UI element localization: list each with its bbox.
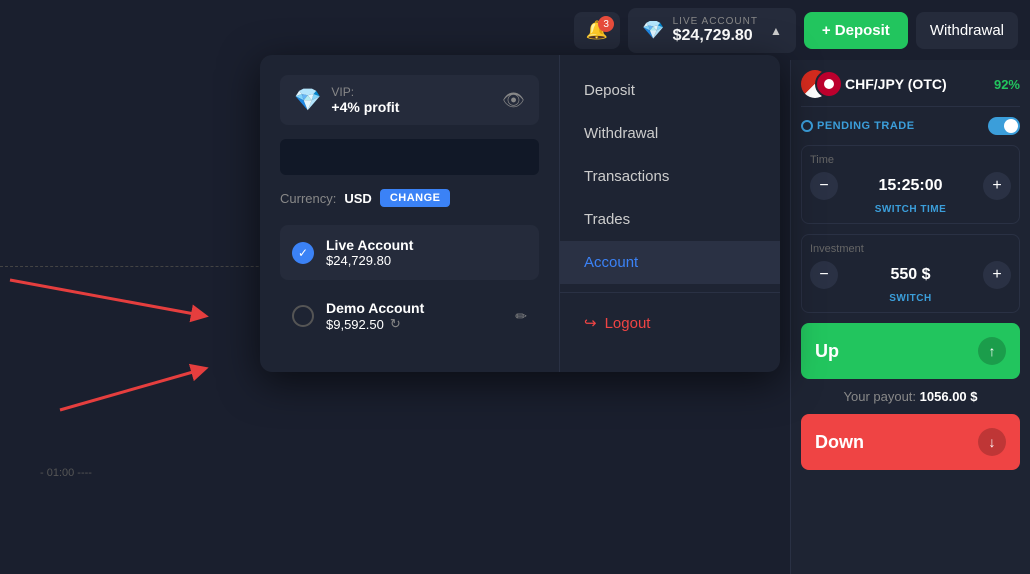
pair-flags (801, 70, 837, 98)
live-account-label: LIVE ACCOUNT (673, 16, 758, 27)
live-account-item[interactable]: ✓ Live Account $24,729.80 (280, 225, 539, 280)
down-button[interactable]: Down ↓ (801, 414, 1020, 470)
demo-account-item[interactable]: Demo Account $9,592.50 ↻ ✏ (280, 288, 539, 344)
pair-name: CHF/JPY (OTC) (845, 76, 947, 92)
currency-label: Currency: (280, 191, 336, 206)
menu-item-account[interactable]: Account (560, 241, 780, 284)
payout-row: Your payout: 1056.00 $ (801, 389, 1020, 404)
logout-label: Logout (605, 315, 651, 332)
chevron-up-icon: ▲ (770, 24, 782, 38)
menu-divider (560, 292, 780, 293)
chart-time-label: - 01:00 ---- (40, 467, 92, 479)
menu-item-withdrawal[interactable]: Withdrawal (560, 112, 780, 155)
time-decrease-button[interactable]: − (810, 172, 838, 200)
clock-icon (801, 120, 813, 132)
right-panel: CHF/JPY (OTC) 92% PENDING TRADE Time − 1… (790, 60, 1030, 574)
pending-trade-toggle[interactable] (988, 117, 1020, 135)
live-account-name: Live Account (326, 237, 527, 253)
time-control-label: Time (810, 154, 1011, 166)
time-value: 15:25:00 (846, 177, 975, 195)
demo-account-name: Demo Account (326, 300, 503, 316)
deposit-button[interactable]: + Deposit (804, 12, 908, 49)
payout-value: 1056.00 $ (920, 389, 978, 404)
live-account-balance: $24,729.80 (326, 253, 527, 268)
notification-badge: 3 (598, 16, 614, 32)
eye-icon[interactable]: 👁 (502, 90, 525, 111)
investment-value: 550 $ (846, 266, 975, 284)
switch-label: SWITCH (810, 293, 1011, 304)
demo-account-balance: $9,592.50 ↻ (326, 316, 503, 332)
investment-control-group: Investment − 550 $ + SWITCH (801, 234, 1020, 313)
investment-control-label: Investment (810, 243, 1011, 255)
menu-item-transactions[interactable]: Transactions (560, 155, 780, 198)
time-increase-button[interactable]: + (983, 172, 1011, 200)
pending-trade-label: PENDING TRADE (801, 120, 915, 132)
menu-item-trades[interactable]: Trades (560, 198, 780, 241)
logout-icon: ↪ (584, 314, 597, 332)
vip-row: 💎 VIP: +4% profit 👁 (280, 75, 539, 125)
time-control-row: − 15:25:00 + (810, 172, 1011, 200)
up-arrow-icon: ↑ (978, 337, 1006, 365)
edit-icon[interactable]: ✏ (515, 308, 527, 325)
live-account-check-icon: ✓ (292, 242, 314, 264)
withdrawal-label: Withdrawal (930, 22, 1004, 39)
diamond-icon: 💎 (642, 20, 664, 41)
menu-item-deposit[interactable]: Deposit (560, 69, 780, 112)
deposit-label: + Deposit (822, 22, 890, 39)
notification-button[interactable]: 🔔 3 (574, 12, 620, 49)
live-account-info: LIVE ACCOUNT $24,729.80 (673, 16, 758, 45)
live-account-button[interactable]: 💎 LIVE ACCOUNT $24,729.80 ▲ (628, 8, 796, 53)
vip-text-block: VIP: +4% profit (331, 85, 399, 115)
investment-control-row: − 550 $ + (810, 261, 1011, 289)
demo-account-info: Demo Account $9,592.50 ↻ (326, 300, 503, 332)
change-currency-button[interactable]: CHANGE (380, 189, 451, 207)
balance-bar (280, 139, 539, 175)
demo-account-circle-icon (292, 305, 314, 327)
vip-profit: +4% profit (331, 99, 399, 115)
up-label: Up (815, 341, 839, 362)
pending-trade-row: PENDING TRADE (801, 117, 1020, 135)
refresh-icon[interactable]: ↻ (390, 316, 401, 332)
vip-diamond-icon: 💎 (294, 87, 321, 113)
live-account-info: Live Account $24,729.80 (326, 237, 527, 268)
up-button[interactable]: Up ↑ (801, 323, 1020, 379)
time-control-group: Time − 15:25:00 + SWITCH TIME (801, 145, 1020, 224)
down-arrow-icon: ↓ (978, 428, 1006, 456)
header: 🔔 3 💎 LIVE ACCOUNT $24,729.80 ▲ + Deposi… (562, 0, 1030, 61)
withdrawal-button[interactable]: Withdrawal (916, 12, 1018, 49)
live-account-amount: $24,729.80 (673, 27, 753, 45)
vip-label: VIP: (331, 85, 399, 99)
dropdown-right-panel: Deposit Withdrawal Transactions Trades A… (560, 55, 780, 372)
logout-item[interactable]: ↪ Logout (560, 301, 780, 345)
pair-header: CHF/JPY (OTC) 92% (801, 70, 1020, 107)
currency-row: Currency: USD CHANGE (280, 189, 539, 207)
investment-decrease-button[interactable]: − (810, 261, 838, 289)
currency-value: USD (344, 191, 371, 206)
payout-label: Your payout: (844, 389, 917, 404)
switch-time-label: SWITCH TIME (810, 204, 1011, 215)
jpy-flag (815, 70, 843, 98)
pair-pct: 92% (994, 77, 1020, 92)
vip-info: 💎 VIP: +4% profit (294, 85, 399, 115)
down-label: Down (815, 432, 864, 453)
dropdown-left-panel: 💎 VIP: +4% profit 👁 Currency: USD CHANGE… (260, 55, 560, 372)
investment-increase-button[interactable]: + (983, 261, 1011, 289)
account-dropdown: 💎 VIP: +4% profit 👁 Currency: USD CHANGE… (260, 55, 780, 372)
